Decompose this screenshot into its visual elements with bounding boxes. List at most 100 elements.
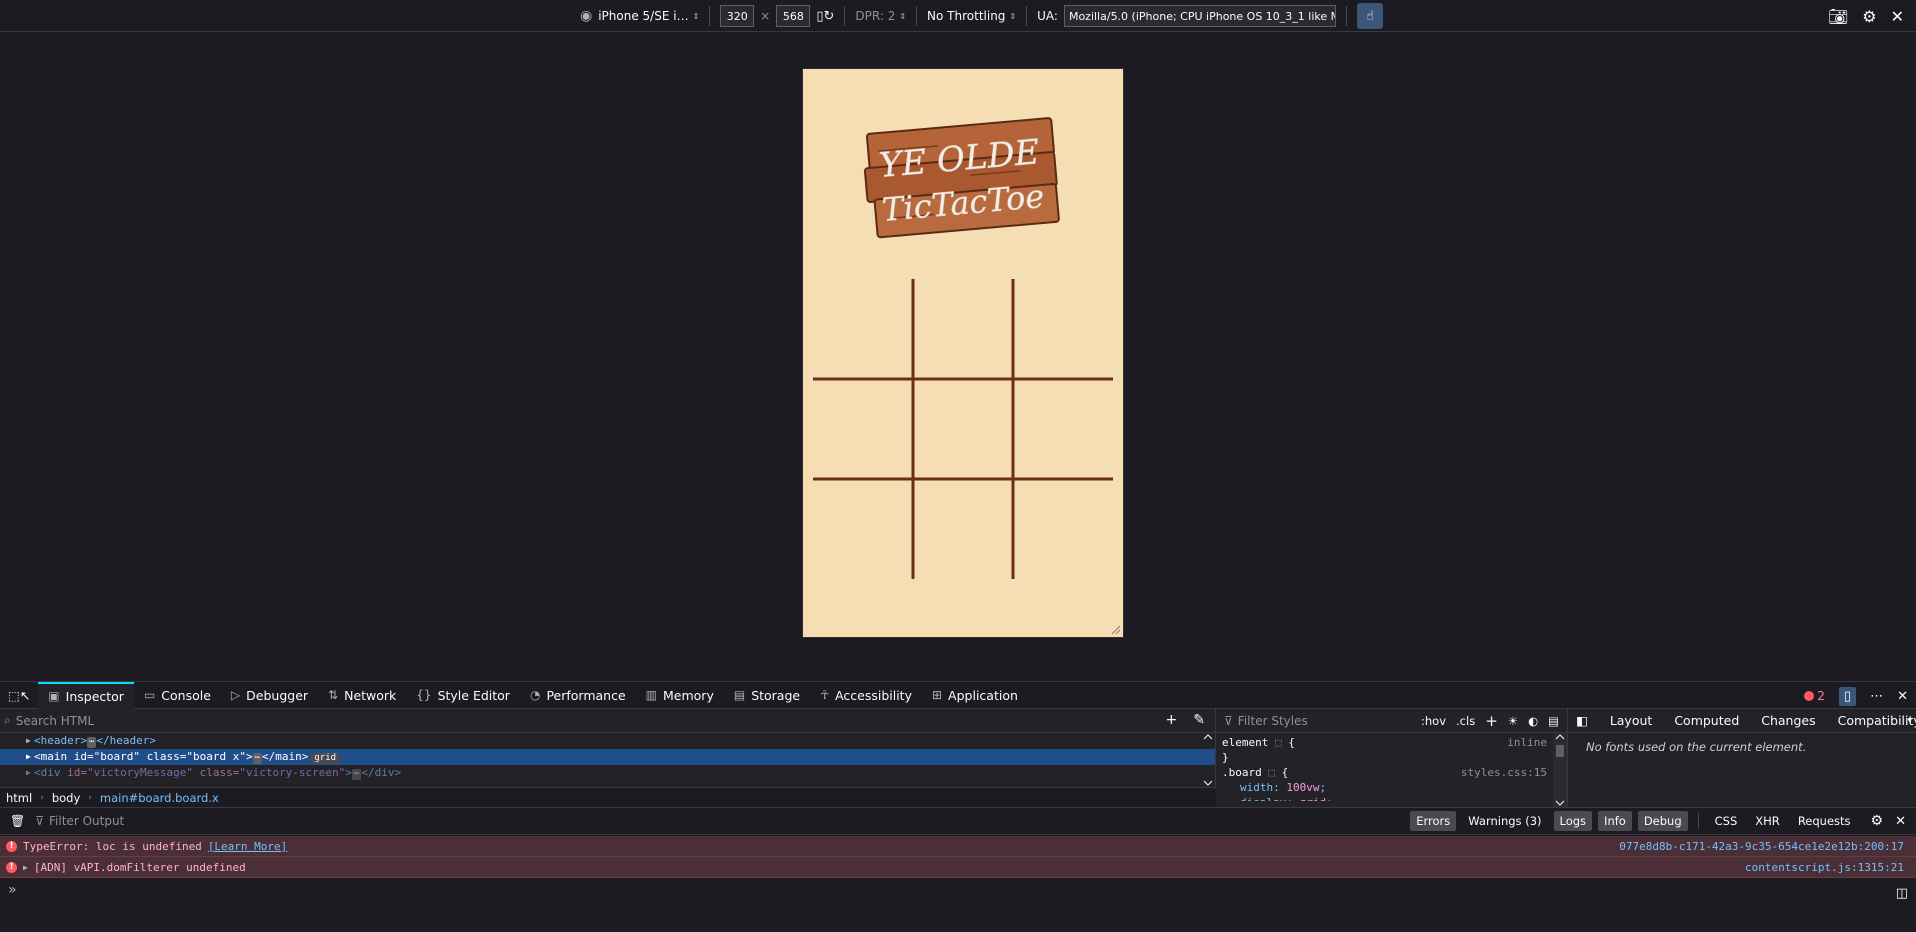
- filter-output-input[interactable]: Filter Output: [49, 814, 124, 828]
- expand-twisty-icon[interactable]: ▶: [26, 733, 31, 749]
- expand-twisty-icon[interactable]: ▶: [26, 749, 31, 765]
- filter-css[interactable]: CSS: [1709, 811, 1744, 831]
- expand-twisty-icon[interactable]: ▶: [26, 765, 31, 781]
- close-rdm-icon[interactable]: ✕: [1891, 7, 1904, 26]
- settings-icon[interactable]: ⚙: [1862, 7, 1876, 26]
- breadcrumb-item-current[interactable]: main#board.board.x: [100, 791, 219, 805]
- filter-logs[interactable]: Logs: [1553, 811, 1593, 831]
- class-toggle[interactable]: .cls: [1456, 714, 1475, 728]
- responsive-design-mode-icon[interactable]: ▯: [1838, 686, 1857, 706]
- css-property[interactable]: display: [1240, 796, 1286, 801]
- error-location-link[interactable]: 077e8d8b-c171-42a3-9c35-654ce1e2e12b:200…: [1619, 840, 1904, 853]
- console-settings-icon[interactable]: ⚙: [1871, 813, 1884, 829]
- learn-more-link[interactable]: [Learn More]: [208, 840, 287, 853]
- collapsed-ellipsis[interactable]: ⋯: [351, 769, 362, 780]
- markup-scrollbar[interactable]: [1201, 733, 1215, 787]
- tab-memory[interactable]: ▥ Memory: [636, 682, 724, 709]
- print-media-icon[interactable]: ▤: [1548, 714, 1559, 728]
- tab-accessibility[interactable]: ☥ Accessibility: [810, 682, 922, 709]
- viewport-resize-handle[interactable]: [1111, 625, 1121, 635]
- tab-changes[interactable]: Changes: [1761, 713, 1815, 728]
- collapsed-ellipsis[interactable]: ⋯: [252, 753, 262, 764]
- element-picker-icon[interactable]: ⬚↖: [0, 682, 38, 709]
- close-console-icon[interactable]: ✕: [1895, 814, 1906, 829]
- close-devtools-icon[interactable]: ✕: [1897, 689, 1908, 704]
- expand-twisty-icon[interactable]: ▶: [23, 863, 28, 872]
- chevron-down-icon[interactable]: ▾: [1907, 716, 1912, 726]
- console-error-message[interactable]: ! TypeError: loc is undefined [Learn Mor…: [0, 836, 1916, 857]
- css-value[interactable]: grid: [1300, 796, 1327, 801]
- tictactoe-board[interactable]: [813, 279, 1113, 579]
- console-error-message[interactable]: ! ▶ [ADN] vAPI.domFilterer undefined con…: [0, 857, 1916, 878]
- filter-icon: ⊽: [35, 814, 45, 828]
- html-search[interactable]: ⌕ Search HTML + ✎: [0, 709, 1215, 733]
- markup-node-victory-div[interactable]: ▶ <div id="victoryMessage" class="victor…: [0, 765, 1215, 781]
- search-html-input[interactable]: Search HTML: [16, 714, 94, 728]
- css-value[interactable]: 100vw: [1286, 781, 1319, 794]
- device-selector[interactable]: iPhone 5/SE i… ⇕: [598, 9, 699, 23]
- breadcrumb-item[interactable]: body: [52, 791, 80, 805]
- throttling-selector[interactable]: No Throttling ⇕: [927, 9, 1016, 23]
- filter-warnings[interactable]: Warnings (3): [1462, 811, 1547, 831]
- markup-node-main-selected[interactable]: ▶ <main id="board" class="board x"> ⋯ </ma…: [0, 749, 1215, 765]
- light-scheme-icon[interactable]: ☀: [1508, 714, 1518, 728]
- breadcrumb-item[interactable]: html: [6, 791, 32, 805]
- dark-scheme-icon[interactable]: ◐: [1528, 714, 1538, 728]
- tab-network[interactable]: ⇅ Network: [318, 682, 406, 709]
- filter-styles-input[interactable]: Filter Styles: [1238, 714, 1308, 728]
- screenshot-icon[interactable]: 📷︎: [1828, 7, 1848, 26]
- tab-style-editor[interactable]: {} Style Editor: [406, 682, 520, 709]
- error-count-badge[interactable]: 2: [1804, 689, 1825, 703]
- tab-storage[interactable]: ▤ Storage: [724, 682, 810, 709]
- clear-console-icon[interactable]: 🗑︎: [10, 814, 25, 828]
- add-node-icon[interactable]: +: [1166, 712, 1178, 728]
- tab-performance[interactable]: ◔ Performance: [520, 682, 636, 709]
- viewport-height-input[interactable]: 568: [776, 5, 811, 27]
- debugger-icon: ▷: [230, 688, 241, 702]
- filter-debug[interactable]: Debug: [1637, 811, 1688, 831]
- filter-errors[interactable]: Errors: [1410, 811, 1457, 831]
- more-options-icon[interactable]: ⋯: [1870, 689, 1883, 704]
- markup-tree: ▶ <header> ⋯ </header> ▶ <main id="board" …: [0, 733, 1215, 781]
- grid-highlight-icon[interactable]: ⬚: [1275, 736, 1282, 749]
- tab-computed[interactable]: Computed: [1674, 713, 1739, 728]
- grid-highlight-icon[interactable]: ⬚: [1268, 766, 1275, 779]
- error-location-link[interactable]: contentscript.js:1315:21: [1745, 861, 1904, 874]
- attr-value: "board": [93, 750, 140, 763]
- error-icon: [1804, 691, 1815, 701]
- toggle-sidebar-icon[interactable]: ◧: [1576, 713, 1588, 728]
- touch-simulation-icon[interactable]: ☝: [1356, 3, 1383, 29]
- sidebar-pane: ◧ Layout Computed Changes Compatibility …: [1568, 709, 1916, 807]
- rule-source-link[interactable]: styles.css:15: [1461, 765, 1547, 780]
- tab-debugger[interactable]: ▷ Debugger: [221, 682, 318, 709]
- tag-open: <div: [34, 766, 68, 779]
- game-title-sign: YE OLDE TicTacToe: [863, 117, 1060, 239]
- filter-info[interactable]: Info: [1598, 811, 1632, 831]
- filter-xhr[interactable]: XHR: [1749, 811, 1786, 831]
- separator: [916, 6, 918, 26]
- console-input[interactable]: » ◫: [0, 878, 1916, 932]
- rotate-viewport-icon[interactable]: ▯↻: [816, 9, 834, 24]
- hover-pseudo-toggle[interactable]: :hov: [1421, 714, 1446, 728]
- dpr-selector[interactable]: DPR: 2 ⇕: [855, 9, 906, 23]
- collapsed-ellipsis[interactable]: ⋯: [86, 737, 97, 748]
- filter-icon: ⊽: [1224, 713, 1233, 728]
- user-agent-input[interactable]: Mozilla/5.0 (iPhone; CPU iPhone OS 10_3_…: [1063, 5, 1336, 27]
- add-rule-icon[interactable]: +: [1485, 712, 1498, 730]
- split-console-icon[interactable]: ◫: [1896, 886, 1908, 901]
- grid-badge[interactable]: grid: [311, 753, 340, 764]
- rule-selector: element: [1222, 736, 1269, 749]
- eyedropper-icon[interactable]: ✎: [1193, 712, 1205, 728]
- tab-console[interactable]: ▭ Console: [134, 682, 221, 709]
- attr-name: class=: [139, 750, 187, 763]
- tab-layout[interactable]: Layout: [1610, 713, 1653, 728]
- css-property[interactable]: width: [1240, 781, 1273, 794]
- tab-application[interactable]: ⊞ Application: [922, 682, 1028, 709]
- markup-node-header[interactable]: ▶ <header> ⋯ </header>: [0, 733, 1215, 749]
- viewport-width-input[interactable]: 320: [720, 5, 755, 27]
- filter-requests[interactable]: Requests: [1792, 811, 1857, 831]
- tag-open: <header>: [34, 734, 87, 747]
- tab-compatibility[interactable]: Compatibility: [1838, 713, 1916, 728]
- rules-scrollbar[interactable]: [1553, 733, 1567, 807]
- tab-inspector[interactable]: ▣ Inspector: [38, 681, 134, 709]
